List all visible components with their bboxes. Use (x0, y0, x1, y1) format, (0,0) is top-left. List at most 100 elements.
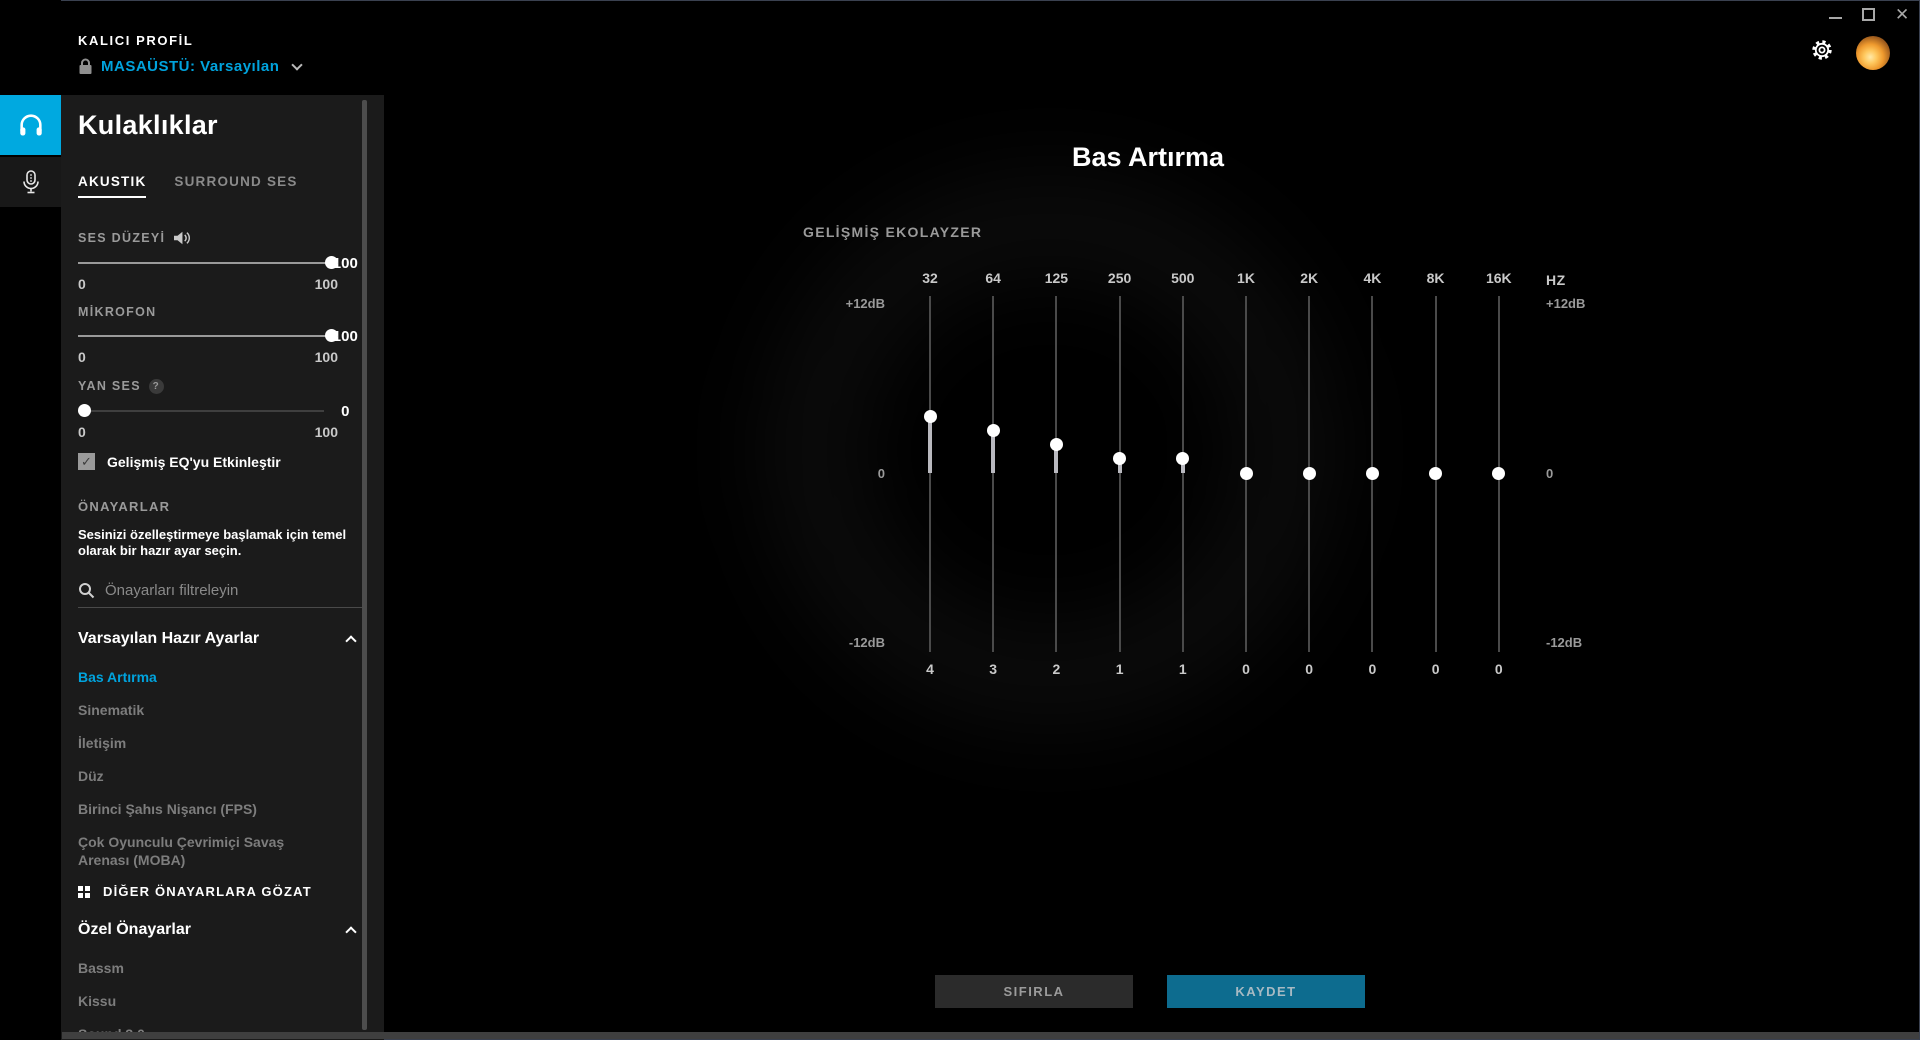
scale-minus12-right: -12dB (1546, 635, 1583, 650)
tab-acoustics[interactable]: AKUSTIK (78, 174, 147, 198)
eq-band-track[interactable] (1113, 296, 1127, 652)
slider-handle[interactable] (325, 256, 338, 269)
eq-band-track[interactable] (1492, 296, 1506, 652)
checkbox-checked-icon[interactable]: ✓ (78, 453, 95, 470)
maximize-button[interactable] (1862, 8, 1875, 21)
custom-presets-group-header[interactable]: Özel Önayarlar (78, 921, 367, 939)
chevron-down-icon (291, 58, 304, 71)
avatar[interactable] (1856, 36, 1890, 70)
device-panel: Kulaklıklar AKUSTIK SURROUND SES SES DÜZ… (61, 95, 384, 1040)
page-title: Kulaklıklar (78, 110, 218, 140)
eq-band-64: 64 3 (962, 270, 1024, 682)
eq-band-250: 250 1 (1089, 270, 1151, 682)
slider-handle[interactable] (78, 404, 91, 417)
eq-frequency-label: 64 (985, 270, 1001, 286)
preset-item[interactable]: Birinci Şahıs Nişancı (FPS) (78, 800, 328, 818)
custom-preset-list: BassmKissuSound 3.0. (78, 959, 367, 1040)
close-button[interactable]: ✕ (1895, 6, 1909, 23)
tab-bar: AKUSTIK SURROUND SES (78, 174, 367, 198)
eq-band-value: 0 (1305, 661, 1314, 677)
eq-frequency-label: 32 (922, 270, 938, 286)
eq-band-value: 4 (926, 661, 934, 677)
active-profile-name: MASAÜSTÜ: Varsayılan (101, 58, 280, 75)
eq-band-handle[interactable] (1429, 466, 1443, 480)
preset-item[interactable]: Kissu (78, 992, 328, 1010)
eq-band-track[interactable] (1302, 296, 1316, 652)
preset-item[interactable]: Bas Artırma (78, 668, 328, 686)
eq-band-handle[interactable] (986, 424, 1000, 438)
eq-band-value: 0 (1242, 661, 1250, 677)
eq-band-handle[interactable] (1049, 438, 1063, 452)
enable-eq-checkbox[interactable]: ✓ Gelişmiş EQ'yu Etkinleştir (78, 453, 367, 470)
slider-label: YAN SES (78, 379, 141, 393)
eq-band-8K: 8K 0 (1405, 270, 1467, 682)
collapse-chevron-icon (345, 635, 357, 647)
left-rail (0, 0, 61, 1040)
slider-track[interactable] (78, 329, 338, 342)
save-button[interactable]: KAYDET (1167, 975, 1365, 1008)
slider-max: 100 (314, 424, 338, 440)
eq-frequency-label: 16K (1485, 270, 1512, 286)
grid-icon (78, 885, 90, 898)
eq-band-handle[interactable] (1239, 466, 1253, 480)
eq-band-handle[interactable] (1302, 466, 1316, 480)
eq-band-track[interactable] (1239, 296, 1253, 652)
eq-band-handle[interactable] (1113, 452, 1127, 466)
eq-band-value: 2 (1052, 661, 1061, 677)
slider-min: 0 (78, 349, 86, 365)
eq-band-handle[interactable] (923, 410, 937, 424)
eq-band-track[interactable] (1176, 296, 1190, 652)
profile-selector[interactable]: MASAÜSTÜ: Varsayılan (78, 58, 304, 75)
lock-icon (78, 58, 93, 75)
preset-item[interactable]: İletişim (78, 734, 328, 752)
slider-max: 100 (314, 349, 338, 365)
presets-section-label: ÖNAYARLAR (78, 499, 171, 514)
microphone-nav-icon[interactable] (0, 157, 61, 207)
eq-band-track[interactable] (986, 296, 1000, 652)
sidebar-scrollbar[interactable] (362, 100, 367, 1030)
eq-band-500: 500 1 (1152, 270, 1214, 682)
eq-band-track[interactable] (1365, 296, 1379, 652)
app-window: ← KALICI PROFİL MASAÜSTÜ: Varsayılan ✕ (0, 0, 1920, 1040)
scale-plus12-right: +12dB (1546, 296, 1586, 311)
slider-min: 0 (78, 424, 86, 440)
eq-band-handle[interactable] (1176, 452, 1190, 466)
eq-band-16K: 16K 0 (1468, 270, 1530, 682)
eq-frequency-label: 500 (1171, 270, 1195, 286)
tab-surround[interactable]: SURROUND SES (174, 174, 297, 198)
slider-handle[interactable] (325, 329, 338, 342)
eq-band-track[interactable] (923, 296, 937, 652)
eq-frequency-label: 2K (1300, 270, 1319, 286)
horizontal-scrollbar[interactable] (62, 1032, 1919, 1039)
slider-track[interactable] (78, 404, 324, 417)
search-icon (78, 582, 95, 599)
scale-minus12-left: -12dB (848, 635, 885, 650)
browse-presets-button[interactable]: DİĞER ÖNAYARLARA GÖZAT (78, 884, 367, 899)
minimize-button[interactable] (1829, 10, 1842, 19)
preset-item[interactable]: Düz (78, 767, 328, 785)
eq-frequency-label: 1K (1237, 270, 1255, 286)
headset-nav-icon[interactable] (0, 95, 61, 155)
search-placeholder: Önayarları filtreleyin (105, 582, 239, 599)
eq-band-handle[interactable] (1365, 466, 1379, 480)
reset-button[interactable]: SIFIRLA (935, 975, 1133, 1008)
eq-frequency-label: 125 (1044, 270, 1069, 286)
preset-item[interactable]: Çok Oyunculu Çevrimiçi Savaş Arenası (MO… (78, 833, 328, 869)
default-presets-group-header[interactable]: Varsayılan Hazır Ayarlar (78, 630, 367, 648)
volume-sliders: SES DÜZEYİ 100 0 100 MİKROFON 100 0 100 YAN SES?… (78, 230, 367, 440)
help-icon[interactable]: ? (148, 378, 164, 394)
slider-group-2: YAN SES? 0 0 100 (78, 378, 367, 440)
preset-item[interactable]: Sinematik (78, 701, 328, 719)
selected-preset-title: Bas Artırma (1071, 142, 1225, 172)
preset-search-input[interactable]: Önayarları filtreleyin (78, 582, 367, 608)
eq-frequency-label: 8K (1426, 270, 1445, 286)
slider-track[interactable] (78, 256, 338, 269)
slider-value: 0 (341, 402, 350, 420)
preset-item[interactable]: Bassm (78, 959, 328, 977)
eq-band-track[interactable] (1429, 296, 1443, 652)
eq-band-track[interactable] (1049, 296, 1063, 652)
slider-group-1: MİKROFON 100 0 100 (78, 305, 367, 365)
eq-band-handle[interactable] (1492, 466, 1506, 480)
settings-gear-icon[interactable] (1810, 38, 1834, 62)
eq-band-value: 1 (1178, 661, 1187, 677)
